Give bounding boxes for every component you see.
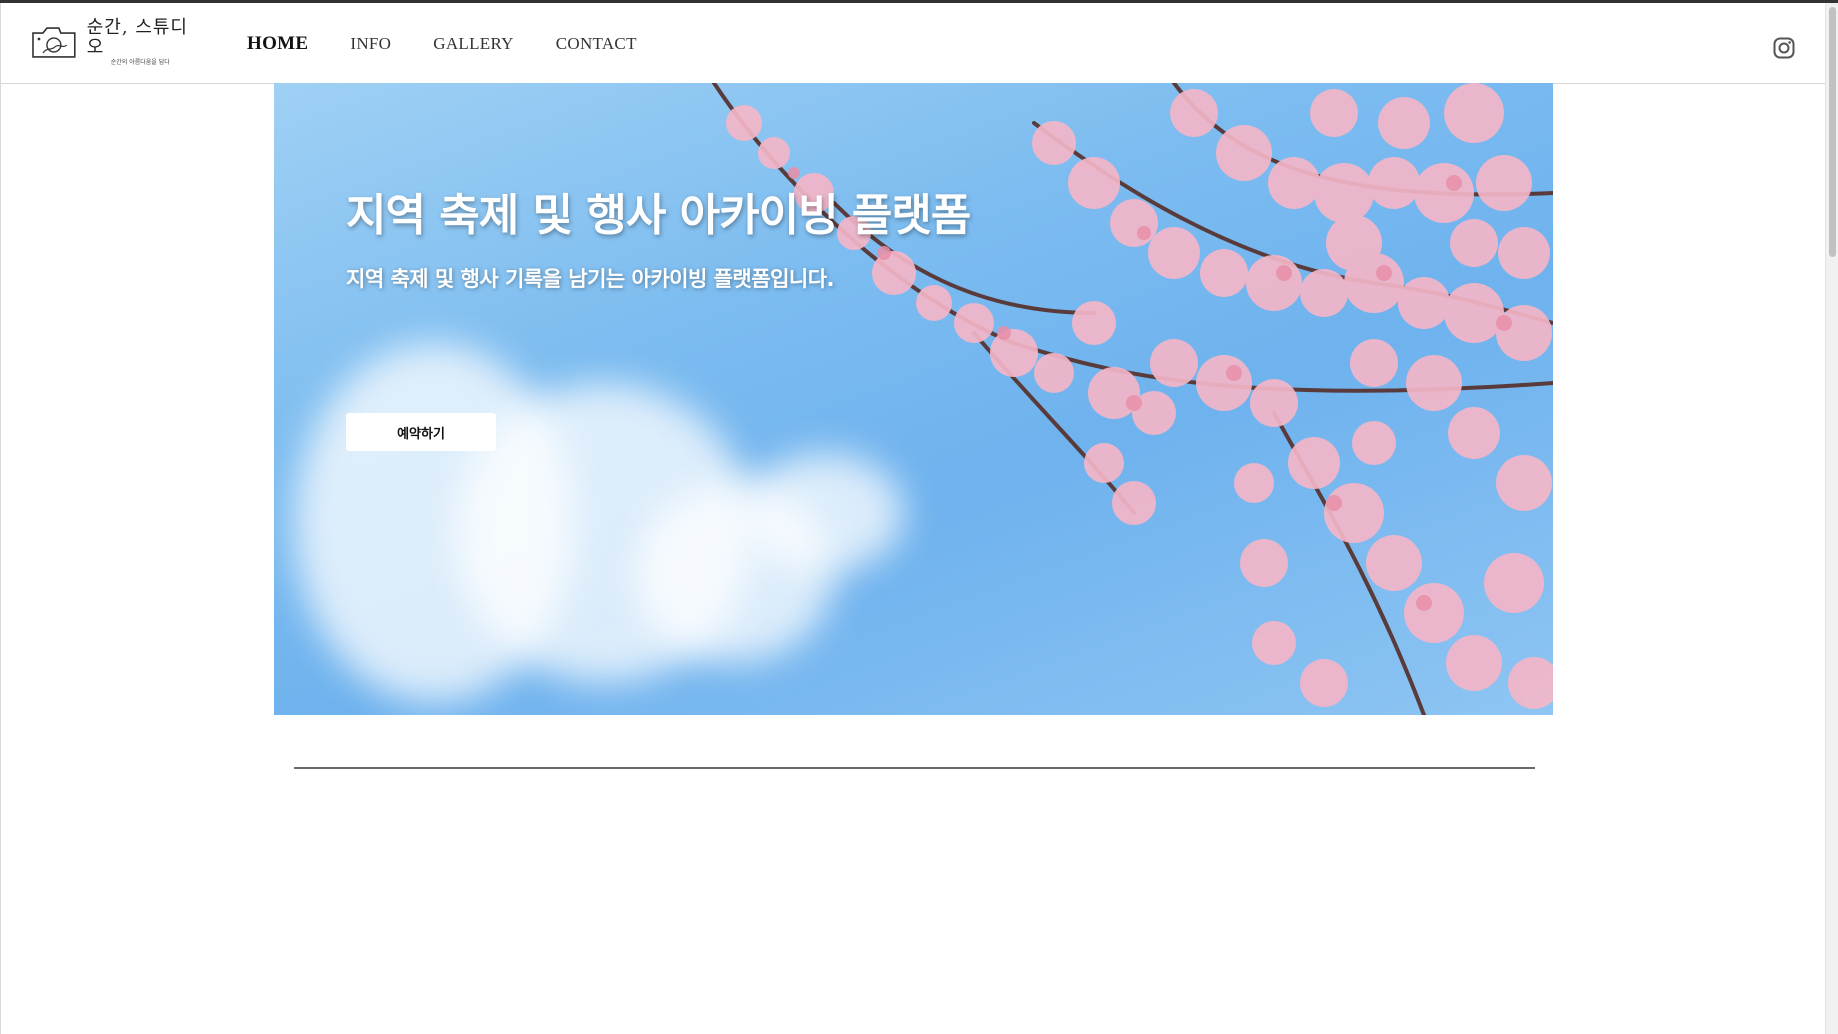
reserve-button[interactable]: 예약하기 bbox=[346, 413, 496, 451]
nav-gallery-link[interactable]: GALLERY bbox=[433, 33, 513, 55]
camera-logo-icon bbox=[32, 27, 76, 58]
scrollbar-thumb[interactable] bbox=[1829, 7, 1836, 257]
site-header: 순간, 스튜디오 순간의 아름다움을 담다 HOME INFO GALLERY … bbox=[1, 3, 1825, 84]
brand-logo[interactable]: 순간, 스튜디오 순간의 아름다움을 담다 bbox=[29, 18, 205, 66]
vertical-scrollbar[interactable] bbox=[1825, 3, 1838, 1034]
brand-tagline: 순간의 아름다움을 담다 bbox=[110, 59, 170, 66]
main-nav: HOME INFO GALLERY CONTACT bbox=[247, 33, 679, 55]
hero-title: 지역 축제 및 행사 아카이빙 플랫폼 bbox=[346, 190, 971, 241]
page: 순간, 스튜디오 순간의 아름다움을 담다 HOME INFO GALLERY … bbox=[0, 3, 1825, 1034]
section-divider bbox=[294, 767, 1535, 769]
nav-contact-link[interactable]: CONTACT bbox=[556, 33, 637, 55]
nav-home-link[interactable]: HOME bbox=[247, 33, 308, 55]
hero-banner: 지역 축제 및 행사 아카이빙 플랫폼 지역 축제 및 행사 기록을 남기는 아… bbox=[274, 83, 1553, 715]
hero-subtitle: 지역 축제 및 행사 기록을 남기는 아카이빙 플랫폼입니다. bbox=[346, 267, 835, 291]
instagram-icon[interactable] bbox=[1773, 37, 1795, 59]
nav-info-link[interactable]: INFO bbox=[350, 33, 391, 55]
cherry-blossom-image bbox=[712, 83, 1553, 715]
brand-name: 순간, 스튜디오 bbox=[86, 17, 188, 58]
